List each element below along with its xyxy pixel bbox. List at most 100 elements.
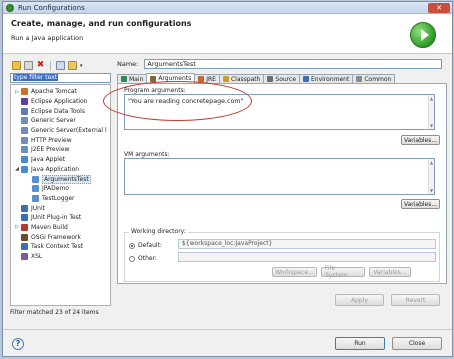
tree-item[interactable]: OSGi Framework <box>11 232 110 242</box>
tab-label: JRE <box>206 75 216 83</box>
expand-twisty-icon[interactable]: ▷ <box>13 224 21 230</box>
tree-item-label: Java Application <box>31 165 80 173</box>
tab-classpath[interactable]: Classpath <box>218 74 265 83</box>
window-close-button[interactable]: ✕ <box>428 3 450 13</box>
launch-type-icon <box>21 156 28 164</box>
filter-input[interactable]: type filter text <box>10 73 111 83</box>
new-config-icon[interactable] <box>12 61 21 70</box>
launch-type-icon <box>32 175 39 183</box>
dialog-footer: ? Run Close <box>3 329 452 356</box>
duplicate-icon[interactable] <box>24 61 33 70</box>
working-directory-label: Working directory: <box>129 228 188 235</box>
delete-icon[interactable]: ✖ <box>36 61 45 70</box>
close-button[interactable]: Close <box>392 337 442 350</box>
launch-type-icon <box>21 146 28 154</box>
tab-main[interactable]: Main <box>117 74 148 83</box>
default-radio-label: Default: <box>138 242 162 249</box>
launch-type-icon <box>21 204 28 212</box>
tree-item-label: J2EE Preview <box>31 146 70 154</box>
toolbar-separator <box>50 60 51 71</box>
tree-item-label: ArgumentsTest <box>42 174 91 184</box>
window-title: Run Configurations <box>18 3 85 12</box>
eclipse-app-icon <box>6 3 14 12</box>
program-variables-button[interactable]: Variables... <box>401 135 440 145</box>
name-field[interactable]: ArgumentsTest <box>144 59 443 69</box>
name-label: Name: <box>117 60 139 68</box>
vm-args-scrollbar[interactable]: ▲ ▼ <box>428 159 434 194</box>
tree-item[interactable]: Task Context Test <box>11 242 110 252</box>
launch-type-icon <box>21 88 28 96</box>
program-args-scrollbar[interactable]: ▲ ▼ <box>428 95 434 129</box>
help-icon[interactable]: ? <box>12 338 24 350</box>
tree-item[interactable]: JPADemo <box>11 184 110 194</box>
directory-variables-button[interactable]: Variables... <box>369 267 411 277</box>
launch-type-icon <box>21 243 28 251</box>
tab-environment[interactable]: Environment <box>299 74 354 83</box>
tree-item[interactable]: Generic Server <box>11 116 110 126</box>
launch-type-icon <box>21 223 28 231</box>
environment-tab-icon <box>303 76 310 82</box>
main-tab-icon <box>121 76 127 82</box>
tree-item-label: Java Applet <box>31 156 66 164</box>
filter-dropdown-icon[interactable]: ▾ <box>80 63 83 69</box>
tab-label: Classpath <box>230 75 261 83</box>
tree-item[interactable]: HTTP Preview <box>11 135 110 145</box>
tree-item-label: HTTP Preview <box>31 136 72 144</box>
default-radio[interactable]: Default: <box>129 242 162 249</box>
tree-item-label: Maven Build <box>31 223 68 231</box>
collapse-all-icon[interactable] <box>56 61 65 70</box>
tree-item[interactable]: ▷ Apache Tomcat <box>11 87 110 97</box>
other-directory-field[interactable] <box>178 252 436 262</box>
tree-item[interactable]: ◢ Java Application <box>11 165 110 175</box>
apply-button[interactable]: Apply <box>335 294 384 306</box>
tree-item[interactable]: Java Applet <box>11 155 110 165</box>
launch-type-icon <box>21 98 28 106</box>
tab-source[interactable]: Source <box>263 74 301 83</box>
workspace-button[interactable]: Workspace... <box>272 267 317 277</box>
expand-twisty-icon[interactable]: ▷ <box>13 89 21 95</box>
run-button[interactable]: Run <box>335 337 385 350</box>
tree-item-label: Generic Server(External l <box>31 127 107 135</box>
tree-item[interactable]: Eclipse Data Tools <box>11 106 110 116</box>
launch-type-icon <box>21 253 28 261</box>
tree-item[interactable]: TestLogger <box>11 194 110 204</box>
tree-item[interactable]: Eclipse Application <box>11 97 110 107</box>
expand-twisty-icon[interactable]: ◢ <box>13 166 21 172</box>
run-icon <box>410 22 436 48</box>
tree-item[interactable]: J2EE Preview <box>11 145 110 155</box>
tab-label: Source <box>275 75 297 83</box>
tree-item-label: TestLogger <box>42 194 75 202</box>
arguments-tab-icon <box>150 75 157 82</box>
vm-arguments-label: VM arguments: <box>124 151 170 158</box>
tree-item[interactable]: ArgumentsTest <box>11 174 110 184</box>
revert-button[interactable]: Revert <box>391 294 440 306</box>
launch-type-icon <box>21 107 28 115</box>
tree-item-label: Eclipse Application <box>31 98 88 106</box>
configuration-list-pane: ✖ ▾ type filter text ▷ Apache Tomcat Eclip… <box>10 59 113 322</box>
other-radio-label: Other: <box>138 255 157 262</box>
filter-status: Filter matched 23 of 24 items <box>10 309 99 316</box>
launch-type-icon <box>32 194 39 202</box>
other-radio[interactable]: Other: <box>129 255 157 262</box>
tab-label: Environment <box>311 75 350 83</box>
tab-common[interactable]: Common <box>352 74 396 83</box>
tree-item[interactable]: ▷ Maven Build <box>11 223 110 233</box>
tab-label: Main <box>129 75 144 83</box>
run-configurations-window: Run Configurations ✕ Create, manage, and… <box>2 1 453 357</box>
launch-type-icon <box>21 136 28 144</box>
tree-item[interactable]: JUnit Plug-in Test <box>11 213 110 223</box>
file-system-button[interactable]: File System... <box>321 265 365 279</box>
highlight-annotation-ellipse <box>103 81 252 121</box>
tree-item[interactable]: XSL <box>11 252 110 262</box>
radio-selected-icon <box>129 242 135 249</box>
launch-type-icon <box>21 214 28 222</box>
vm-variables-button[interactable]: Variables... <box>401 199 440 209</box>
filter-icon[interactable] <box>68 61 77 70</box>
launch-type-icon <box>21 117 28 125</box>
tree-item[interactable]: Generic Server(External l <box>11 126 110 136</box>
tree-item[interactable]: JUnit <box>11 203 110 213</box>
vm-arguments-field[interactable]: ▲ ▼ <box>124 158 435 195</box>
tree-item-label: Generic Server <box>31 117 76 125</box>
source-tab-icon <box>267 76 274 82</box>
configuration-tree[interactable]: ▷ Apache Tomcat Eclipse Application Eclipse… <box>10 84 111 306</box>
